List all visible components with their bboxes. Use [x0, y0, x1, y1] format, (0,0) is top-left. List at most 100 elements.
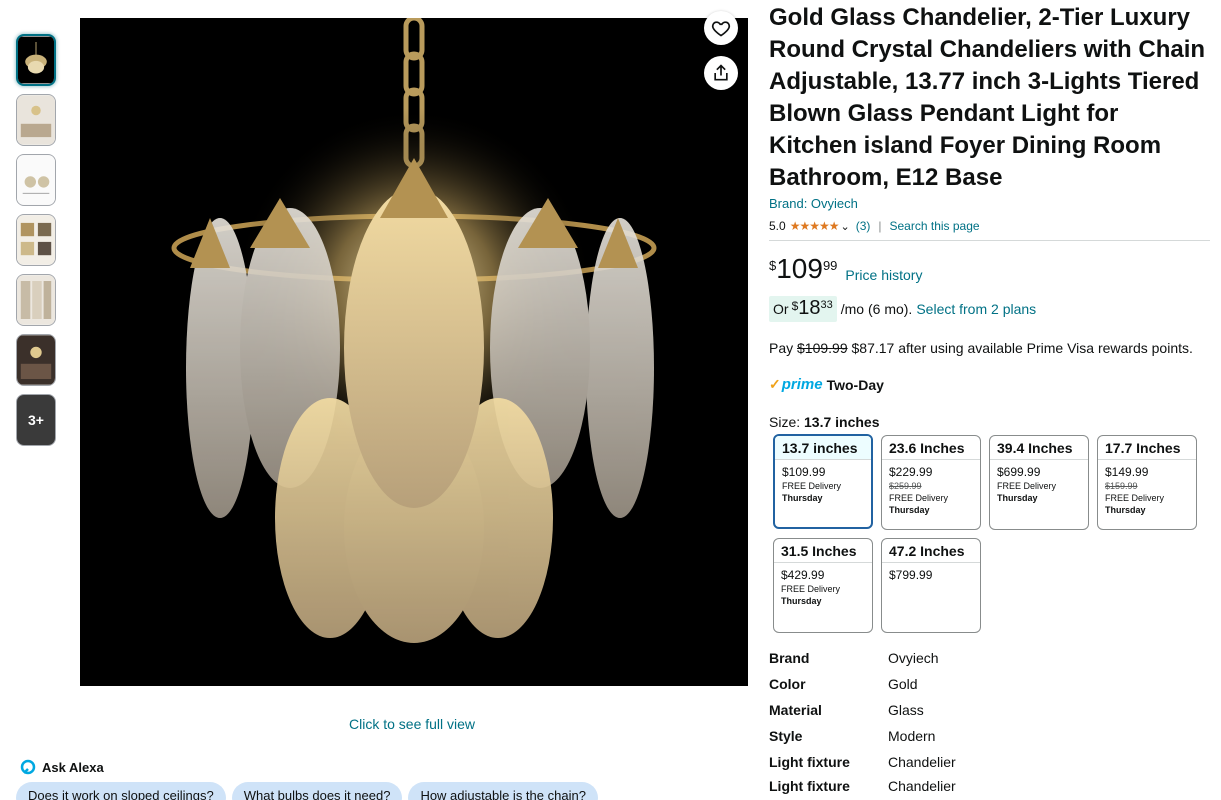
size-option-name: 13.7 inches — [775, 436, 871, 460]
prime-delivery-label: Two-Day — [826, 376, 884, 393]
product-title: Gold Glass Chandelier, 2-Tier Luxury Rou… — [769, 4, 1206, 191]
spec-row-light-fixture-2: Light fixture Chandelier — [769, 778, 1209, 800]
select-plans-link[interactable]: Select from 2 plans — [916, 301, 1036, 317]
size-option-day: Thursday — [889, 505, 930, 515]
thumbnail-detail-grid[interactable] — [16, 214, 56, 266]
installment-symbol: $ — [791, 299, 799, 313]
size-option-day: Thursday — [1105, 505, 1146, 515]
rewards-old-price: $109.99 — [797, 340, 848, 356]
wishlist-heart-button[interactable] — [704, 11, 738, 45]
prime-check-icon: ✓ — [769, 376, 781, 392]
separator: | — [878, 219, 882, 233]
share-icon — [714, 64, 728, 81]
spec-key: Color — [769, 676, 806, 692]
spec-key: Style — [769, 728, 803, 744]
price: $ 109 99 Price history — [769, 254, 922, 284]
spec-value: Gold — [888, 676, 918, 692]
size-option-day: Thursday — [782, 493, 823, 503]
brand-link[interactable]: Brand: Ovyiech — [769, 196, 858, 211]
price-fraction: 99 — [822, 258, 838, 273]
rating-count-link[interactable]: (3) — [856, 219, 871, 233]
size-option-delivery: FREE Delivery — [1105, 493, 1165, 503]
size-option-price: $429.99 — [781, 568, 825, 582]
spec-row-light-fixture: Light fixture Chandelier — [769, 754, 1209, 780]
spec-key: Material — [769, 702, 822, 718]
rewards-text: $87.17 after using available Prime Visa … — [851, 340, 1193, 356]
size-option-price: $229.99 — [889, 465, 933, 479]
size-option-31-5[interactable]: 31.5 Inches $429.99 FREE Delivery Thursd… — [773, 538, 873, 633]
full-view-link[interactable]: Click to see full view — [349, 716, 475, 732]
size-option-price: $699.99 — [997, 465, 1041, 479]
size-option-23-6[interactable]: 23.6 Inches $229.99 $259.99 FREE Deliver… — [881, 435, 981, 530]
search-this-page-link[interactable]: Search this page — [890, 219, 980, 233]
alexa-chip-sloped-ceilings[interactable]: Does it work on sloped ceilings? — [16, 782, 226, 800]
size-option-13-7[interactable]: 13.7 inches $109.99 FREE Delivery Thursd… — [773, 434, 873, 529]
spec-key: Light fixture — [769, 778, 850, 794]
size-option-47-2[interactable]: 47.2 Inches $799.99 — [881, 538, 981, 633]
spec-row-style: Style Modern — [769, 728, 1209, 754]
rating-row: 5.0 ★★★★★ ⌄ (3) | Search this page — [769, 219, 980, 233]
size-option-name: 17.7 Inches — [1098, 436, 1196, 460]
prime-logo: prime — [781, 376, 823, 393]
spec-row-color: Color Gold — [769, 676, 1209, 702]
spec-row-brand: Brand Ovyiech — [769, 650, 1209, 676]
installment-fraction: 33 — [820, 299, 833, 311]
prime-badge: ✓ prime Two-Day — [769, 376, 884, 393]
thumbnail-room-scene[interactable] — [16, 94, 56, 146]
size-option-price: $149.99 — [1105, 465, 1149, 479]
alexa-icon — [20, 759, 36, 775]
installment-whole: 18 — [798, 297, 821, 319]
thumbnail-dimensions[interactable] — [16, 154, 56, 206]
price-history-link[interactable]: Price history — [845, 267, 922, 283]
spec-key: Light fixture — [769, 754, 850, 770]
size-option-delivery: FREE Delivery — [889, 493, 949, 503]
share-button[interactable] — [704, 56, 738, 90]
thumbnail-dark-room[interactable] — [16, 334, 56, 386]
size-option-day: Thursday — [781, 596, 822, 606]
rewards-line: Pay $109.99 $87.17 after using available… — [769, 340, 1193, 356]
ask-alexa: Ask Alexa — [20, 759, 104, 775]
size-option-old-price: $259.99 — [889, 481, 922, 491]
size-option-price: $109.99 — [782, 465, 826, 479]
spec-value: Chandelier — [888, 754, 956, 770]
divider — [769, 240, 1210, 241]
main-product-image[interactable] — [80, 18, 748, 686]
spec-value: Chandelier — [888, 778, 956, 794]
alexa-question-chips: Does it work on sloped ceilings? What bu… — [16, 782, 598, 800]
thumbnail-room-gallery[interactable] — [16, 274, 56, 326]
installment-or: Or — [773, 301, 789, 317]
thumbnail-more-button[interactable]: 3+ — [16, 394, 56, 446]
size-option-old-price: $159.99 — [1105, 481, 1138, 491]
price-symbol: $ — [769, 258, 777, 273]
heart-icon — [711, 21, 731, 37]
size-option-day: Thursday — [997, 493, 1038, 503]
size-option-name: 47.2 Inches — [882, 539, 980, 563]
installment-badge: Or $ 18 33 — [769, 296, 837, 322]
size-label: Size: 13.7 inches — [769, 414, 880, 430]
size-option-17-7[interactable]: 17.7 Inches $149.99 $159.99 FREE Deliver… — [1097, 435, 1197, 530]
star-rating-icon[interactable]: ★★★★★ — [790, 219, 840, 233]
size-label-prefix: Size: — [769, 414, 801, 430]
size-option-name: 39.4 Inches — [990, 436, 1088, 460]
spec-key: Brand — [769, 650, 810, 666]
size-option-name: 23.6 Inches — [882, 436, 980, 460]
more-count: 3+ — [28, 412, 44, 428]
thumbnail-product-front[interactable] — [16, 34, 56, 86]
spec-row-material: Material Glass — [769, 702, 1209, 728]
size-option-name: 31.5 Inches — [774, 539, 872, 563]
size-option-delivery: FREE Delivery — [781, 584, 841, 594]
size-option-39-4[interactable]: 39.4 Inches $699.99 FREE Delivery Thursd… — [989, 435, 1089, 530]
installment-offer: Or $ 18 33 /mo (6 mo). Select from 2 pla… — [769, 296, 1036, 322]
size-option-price: $799.99 — [889, 568, 933, 582]
installment-suffix: /mo (6 mo). — [840, 301, 913, 317]
size-selected-value: 13.7 inches — [804, 414, 880, 430]
rating-value: 5.0 — [769, 219, 786, 233]
chevron-down-icon[interactable]: ⌄ — [840, 220, 849, 233]
spec-value: Glass — [888, 702, 924, 718]
alexa-chip-chain[interactable]: How adjustable is the chain? — [408, 782, 598, 800]
size-option-delivery: FREE Delivery — [782, 481, 842, 491]
size-option-delivery: FREE Delivery — [997, 481, 1057, 491]
ask-alexa-label: Ask Alexa — [42, 759, 104, 775]
alexa-chip-bulbs[interactable]: What bulbs does it need? — [231, 782, 403, 800]
spec-value: Modern — [888, 728, 936, 744]
